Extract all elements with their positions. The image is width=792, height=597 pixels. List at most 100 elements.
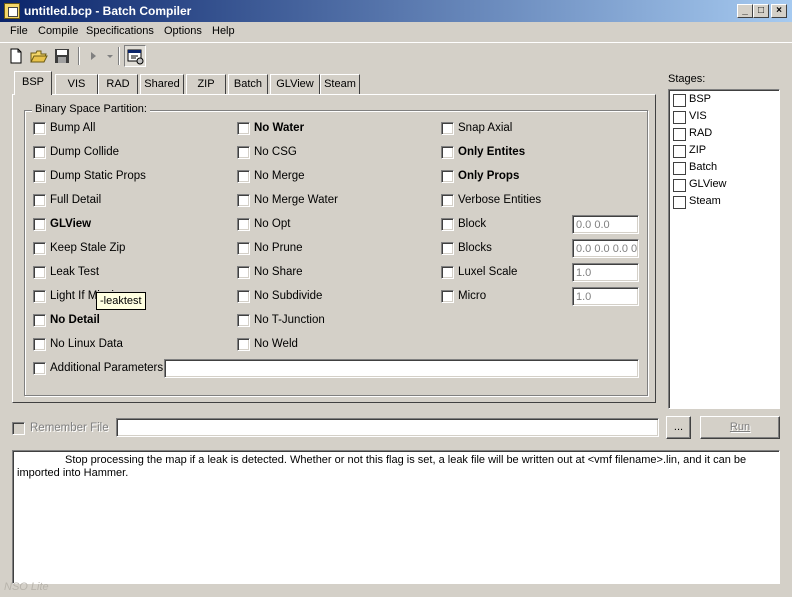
stage-checkbox-batch[interactable] [673, 162, 686, 175]
luxel-scale-field[interactable]: 1.0 [572, 263, 639, 282]
tab-shared[interactable]: Shared [140, 74, 184, 94]
checkbox-glview[interactable] [33, 218, 46, 231]
checkbox-only-entites[interactable] [441, 146, 454, 159]
checkbox-no-csg[interactable] [237, 146, 250, 159]
properties-icon[interactable] [124, 45, 146, 67]
maximize-button[interactable]: □ [753, 4, 769, 18]
checkbox-no-weld[interactable] [237, 338, 250, 351]
tab-steam[interactable]: Steam [320, 74, 360, 94]
checkbox-no-prune[interactable] [237, 242, 250, 255]
label-verbose-entities: Verbose Entities [458, 194, 542, 206]
checkbox-light-if-missing[interactable] [33, 290, 46, 303]
checkbox-verbose-entities[interactable] [441, 194, 454, 207]
title-bar[interactable]: untitled.bcp - Batch Compiler _ □ × [0, 0, 792, 22]
label-no-detail: No Detail [50, 314, 100, 326]
stage-checkbox-glview[interactable] [673, 179, 686, 192]
checkbox-additional-parameters[interactable] [33, 362, 46, 375]
label-glview: GLView [50, 218, 92, 230]
label-no-prune: No Prune [254, 242, 303, 254]
checkbox-snap-axial[interactable] [441, 122, 454, 135]
checkbox-no-detail[interactable] [33, 314, 46, 327]
save-disk-icon[interactable] [52, 46, 72, 66]
label-dump-collide: Dump Collide [50, 146, 120, 158]
watermark: NSO Lite [4, 581, 49, 593]
checkbox-micro[interactable] [441, 290, 454, 303]
tab-vis[interactable]: VIS [55, 74, 98, 94]
file-path-input[interactable] [116, 418, 659, 437]
label-keep-stale-zip: Keep Stale Zip [50, 242, 126, 254]
checkbox-only-props[interactable] [441, 170, 454, 183]
checkbox-no-t-junction[interactable] [237, 314, 250, 327]
tab-zip[interactable]: ZIP [186, 74, 226, 94]
group-label: Binary Space Partition: [32, 103, 150, 115]
label-only-props: Only Props [458, 170, 520, 182]
minimize-button[interactable]: _ [737, 4, 753, 18]
stage-checkbox-vis[interactable] [673, 111, 686, 124]
label-no-subdivide: No Subdivide [254, 290, 323, 302]
menu-compile[interactable]: Compile [38, 25, 78, 37]
checkbox-bump-all[interactable] [33, 122, 46, 135]
open-folder-icon[interactable] [29, 46, 49, 66]
browse-button[interactable]: ... [666, 416, 691, 439]
run-button[interactable]: Run [700, 416, 780, 439]
label-no-merge: No Merge [254, 170, 305, 182]
stage-label-vis: VIS [689, 110, 707, 122]
checkbox-dump-static-props[interactable] [33, 170, 46, 183]
micro-field[interactable]: 1.0 [572, 287, 639, 306]
tab-rad[interactable]: RAD [98, 74, 138, 94]
additional-parameters-input[interactable] [164, 359, 639, 378]
checkbox-no-linux-data[interactable] [33, 338, 46, 351]
menu-help[interactable]: Help [212, 25, 235, 37]
checkbox-block[interactable] [441, 218, 454, 231]
new-file-icon[interactable] [6, 46, 26, 66]
tooltip: -leaktest [96, 292, 146, 310]
stage-checkbox-bsp[interactable] [673, 94, 686, 107]
checkbox-no-merge-water[interactable] [237, 194, 250, 207]
label-no-csg: No CSG [254, 146, 297, 158]
menu-bar: File Compile Specifications Options Help [0, 22, 792, 41]
stage-label-bsp: BSP [689, 93, 712, 105]
description-text: Stop processing the map if a leak is det… [17, 454, 747, 479]
stage-label-glview: GLView [689, 178, 727, 190]
checkbox-no-subdivide[interactable] [237, 290, 250, 303]
checkbox-leak-test[interactable] [33, 266, 46, 279]
label-no-t-junction: No T-Junction [254, 314, 325, 326]
stage-checkbox-zip[interactable] [673, 145, 686, 158]
checkbox-no-opt[interactable] [237, 218, 250, 231]
tab-bsp[interactable]: BSP [14, 71, 52, 95]
label-no-weld: No Weld [254, 338, 298, 350]
checkbox-luxel-scale[interactable] [441, 266, 454, 279]
stages-label: Stages: [668, 73, 706, 85]
play-arrow-icon[interactable] [84, 46, 104, 66]
close-button[interactable]: × [771, 4, 787, 18]
checkbox-no-water[interactable] [237, 122, 250, 135]
tab-glview[interactable]: GLView [270, 74, 320, 94]
stage-label-steam: Steam [689, 195, 721, 207]
menu-specifications[interactable]: Specifications [86, 25, 154, 37]
stage-checkbox-rad[interactable] [673, 128, 686, 141]
blocks-field[interactable]: 0.0 0.0 0.0 0.0 [572, 239, 639, 258]
checkbox-blocks[interactable] [441, 242, 454, 255]
checkbox-dump-collide[interactable] [33, 146, 46, 159]
stages-list[interactable]: BSP VIS RAD ZIP Batch GLView Steam [668, 89, 780, 409]
checkbox-full-detail[interactable] [33, 194, 46, 207]
remember-file-checkbox[interactable] [12, 422, 25, 435]
menu-file[interactable]: File [10, 25, 28, 37]
checkbox-keep-stale-zip[interactable] [33, 242, 46, 255]
toolbar-separator [78, 47, 80, 65]
checkbox-no-share[interactable] [237, 266, 250, 279]
block-field[interactable]: 0.0 0.0 [572, 215, 639, 234]
menu-options[interactable]: Options [164, 25, 202, 37]
toolbar [0, 42, 792, 68]
label-no-linux-data: No Linux Data [50, 338, 123, 350]
checkbox-no-merge[interactable] [237, 170, 250, 183]
app-icon [4, 3, 20, 19]
label-leak-test: Leak Test [50, 266, 100, 278]
stage-checkbox-steam[interactable] [673, 196, 686, 209]
tab-batch[interactable]: Batch [228, 74, 268, 94]
label-bump-all: Bump All [50, 122, 96, 134]
label-only-entites: Only Entites [458, 146, 526, 158]
dropdown-arrow-icon[interactable] [104, 46, 116, 66]
toolbar-separator [118, 47, 120, 65]
description-box: Stop processing the map if a leak is det… [12, 450, 780, 584]
